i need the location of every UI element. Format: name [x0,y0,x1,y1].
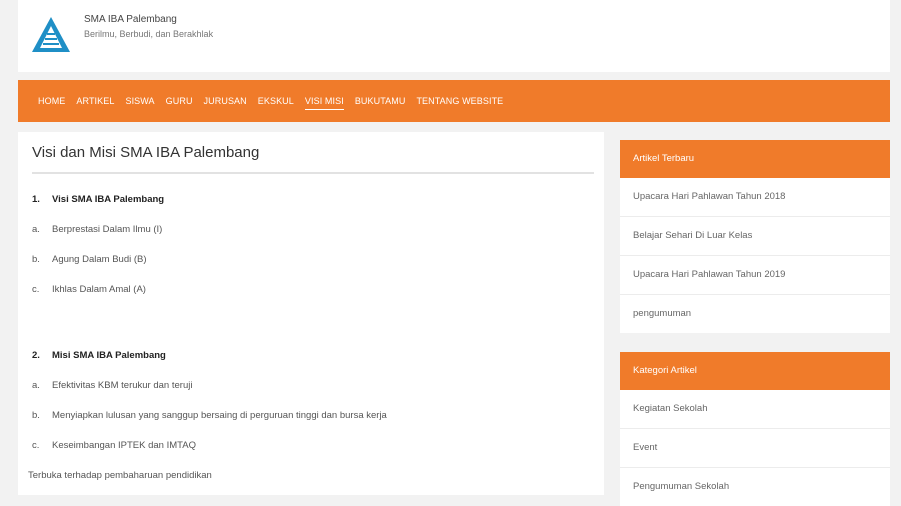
visi-item-number: b. [32,254,40,265]
site-title[interactable]: SMA IBA Palembang [84,14,177,25]
nav-item-home[interactable]: HOME [38,93,65,109]
nav-item-visi-misi[interactable]: VISI MISI [304,93,344,110]
category-link[interactable]: Event [620,429,890,468]
title-divider [32,172,594,174]
latest-article-link[interactable]: Upacara Hari Pahlawan Tahun 2019 [620,256,890,295]
page-title: Visi dan Misi SMA IBA Palembang [32,144,260,161]
nav-item-bukutamu[interactable]: BUKUTAMU [355,93,406,109]
visi-item-text: Ikhlas Dalam Amal (A) [52,284,146,295]
latest-articles-widget: Artikel Terbaru Upacara Hari Pahlawan Ta… [620,140,890,333]
site-tagline: Berilmu, Berbudi, dan Berakhlak [84,29,214,39]
visi-heading-number: 1. [32,194,40,205]
main-navbar: HOME ARTIKEL SISWA GURU JURUSAN EKSKUL V… [18,80,890,122]
latest-articles-title: Artikel Terbaru [620,140,890,178]
school-logo-icon[interactable] [30,14,72,56]
nav-item-ekskul[interactable]: EKSKUL [258,93,294,109]
latest-article-link[interactable]: Upacara Hari Pahlawan Tahun 2018 [620,178,890,217]
visi-item: c. Ikhlas Dalam Amal (A) [32,284,146,295]
misi-item-number: c. [32,440,40,451]
misi-item-number: a. [32,380,40,391]
misi-item-text: Efektivitas KBM terukur dan teruji [52,380,193,391]
visi-item: a. Berprestasi Dalam Ilmu (I) [32,224,162,235]
visi-heading: 1. Visi SMA IBA Palembang [32,194,164,205]
visi-heading-text: Visi SMA IBA Palembang [52,194,165,205]
nav-item-siswa[interactable]: SISWA [125,93,154,109]
latest-article-link[interactable]: pengumuman [620,295,890,333]
misi-footer-text: Terbuka terhadap pembaharuan pendidikan [28,470,212,481]
visi-item-text: Agung Dalam Budi (B) [52,254,147,265]
site-header: SMA IBA Palembang Berilmu, Berbudi, dan … [18,0,890,72]
visi-item: b. Agung Dalam Budi (B) [32,254,147,265]
category-link[interactable]: Pengumuman Sekolah [620,468,890,506]
misi-heading-text: Misi SMA IBA Palembang [52,350,166,361]
category-link[interactable]: Kegiatan Sekolah [620,390,890,429]
misi-heading: 2. Misi SMA IBA Palembang [32,350,166,361]
misi-item-text: Menyiapkan lulusan yang sanggup bersaing… [52,410,387,421]
page-wrapper: SMA IBA Palembang Berilmu, Berbudi, dan … [18,0,890,506]
misi-item-number: b. [32,410,40,421]
category-title: Kategori Artikel [620,352,890,390]
misi-heading-number: 2. [32,350,40,361]
visi-item-number: c. [32,284,40,295]
category-widget: Kategori Artikel Kegiatan Sekolah Event … [620,352,890,506]
main-content: Visi dan Misi SMA IBA Palembang 1. Visi S… [18,132,604,495]
misi-item: c. Keseimbangan IPTEK dan IMTAQ [32,440,196,451]
misi-item: b. Menyiapkan lulusan yang sanggup bersai… [32,410,387,421]
latest-article-link[interactable]: Belajar Sehari Di Luar Kelas [620,217,890,256]
nav-item-tentang-website[interactable]: TENTANG WEBSITE [416,93,503,109]
misi-item-text: Keseimbangan IPTEK dan IMTAQ [52,440,196,451]
visi-item-number: a. [32,224,40,235]
nav-item-artikel[interactable]: ARTIKEL [76,93,114,109]
nav-menu: HOME ARTIKEL SISWA GURU JURUSAN EKSKUL V… [18,80,890,122]
nav-item-jurusan[interactable]: JURUSAN [204,93,247,109]
misi-item: a. Efektivitas KBM terukur dan teruji [32,380,192,391]
visi-item-text: Berprestasi Dalam Ilmu (I) [52,224,163,235]
nav-item-guru[interactable]: GURU [166,93,193,109]
